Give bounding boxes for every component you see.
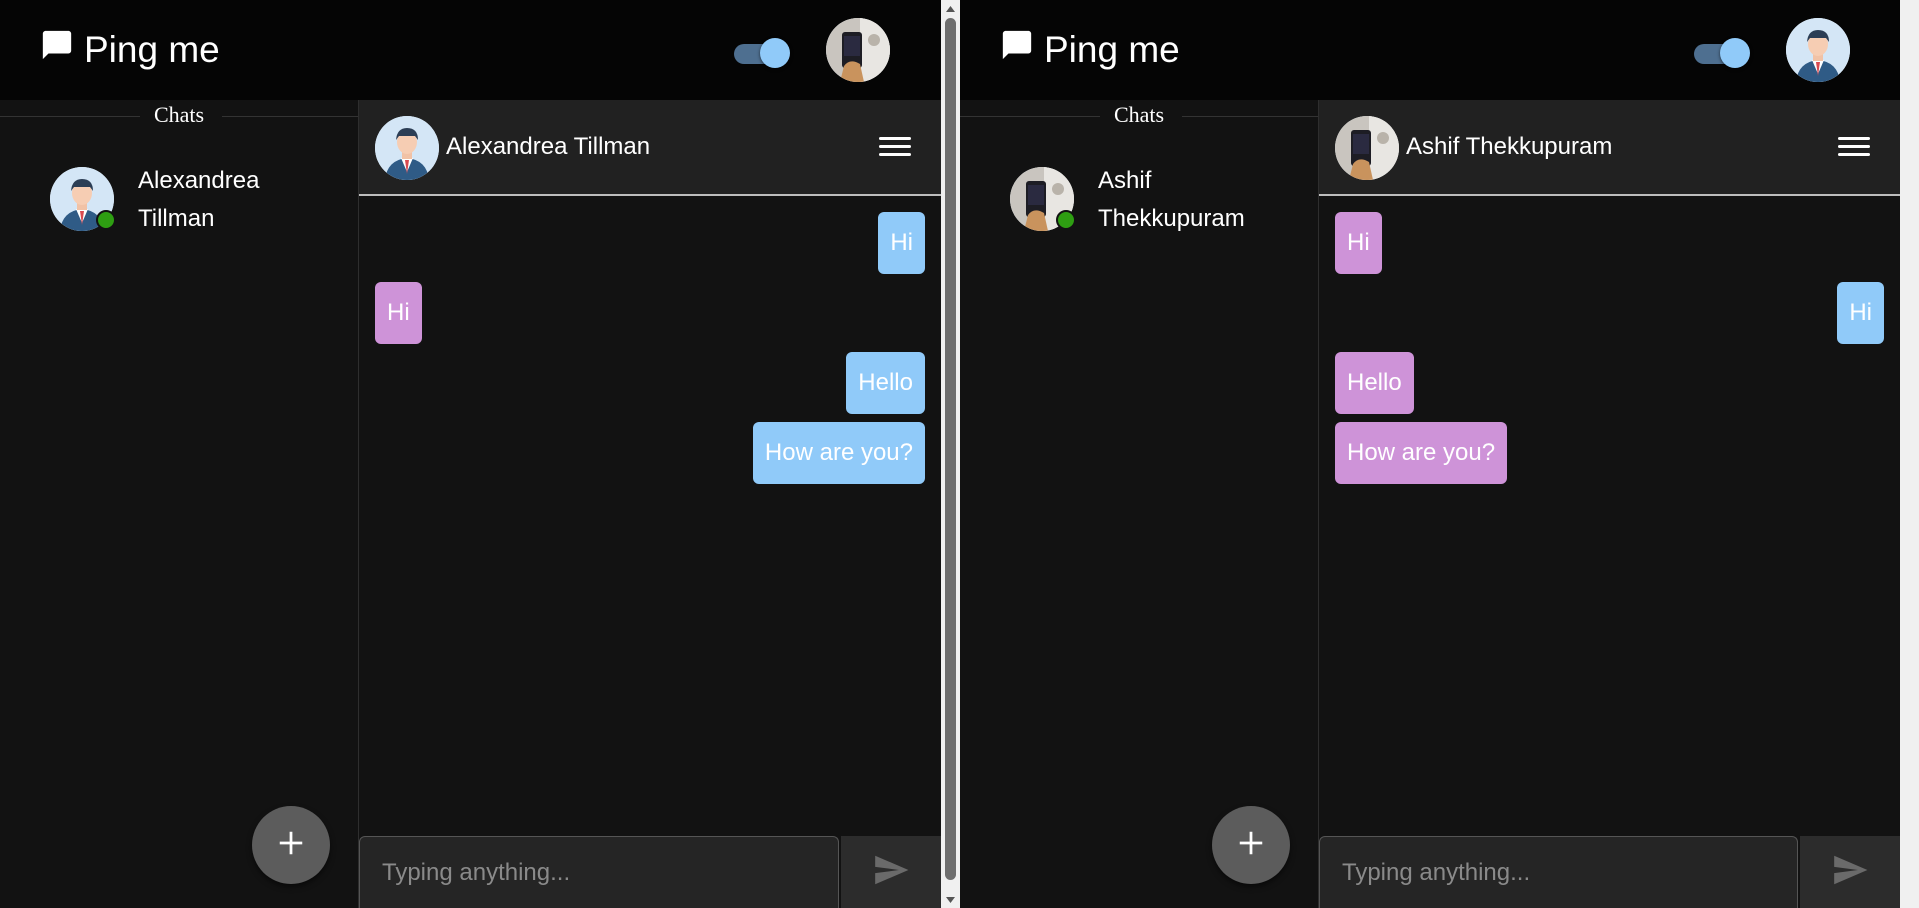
chats-heading: Chats [960,102,1318,130]
menu-icon[interactable] [1838,132,1870,162]
message-composer: Typing anything... [359,836,941,908]
app-bar: Ping me [960,0,1900,100]
conversation-panel: Ashif Thekkupuram Hi Hi Hello How are yo… [1319,100,1900,908]
chat-bubble-icon [1000,28,1034,71]
message-bubble-sent: Hi [878,212,925,274]
chat-list-sidebar: Chats Alexandrea Tillman [0,100,359,908]
conversation-panel: Alexandrea Tillman Hi Hi Hello How are y… [359,100,941,908]
app-title: Ping me [1044,28,1180,70]
chat-bubble-icon [40,28,74,71]
plus-icon [276,828,306,863]
new-chat-button[interactable] [1212,806,1290,884]
chats-heading: Chats [0,102,358,130]
app-bar: Ping me [0,0,941,100]
contact-name: Ashif Thekkupuram [1098,167,1245,232]
message-bubble-sent: Hi [1837,282,1884,344]
app-title: Ping me [84,28,220,70]
contact-name: Alexandrea Tillman [138,167,260,232]
send-icon [1831,851,1869,894]
chat-list-sidebar: Chats Ashif Thekkupuram [960,100,1319,908]
chat-list-item[interactable]: Alexandrea Tillman [0,162,358,244]
brand: Ping me [40,28,220,71]
menu-icon[interactable] [879,132,911,162]
message-bubble-received: How are you? [1335,422,1508,484]
contact-avatar [375,116,439,180]
message-bubble-received: Hi [375,282,422,344]
scrollbar-right[interactable] [1900,0,1919,908]
send-button[interactable] [841,836,941,908]
conversation-header: Ashif Thekkupuram [1319,100,1900,196]
scroll-up-arrow-icon[interactable] [941,0,960,17]
message-bubble-received: Hi [1335,212,1382,274]
brand: Ping me [1000,28,1180,71]
message-composer: Typing anything... [1319,836,1900,908]
app-window-left: Ping me Chats Alexandrea Tillman Alexand… [0,0,941,908]
conversation-title: Ashif Thekkupuram [1406,133,1613,160]
conversation-header: Alexandrea Tillman [359,100,941,196]
chat-list-item[interactable]: Ashif Thekkupuram [960,162,1318,244]
plus-icon [1236,828,1266,863]
scrollbar-left[interactable] [941,0,960,908]
scrollbar-thumb[interactable] [945,18,956,880]
conversation-title: Alexandrea Tillman [446,133,651,160]
message-bubble-sent: How are you? [752,422,925,484]
scroll-down-arrow-icon[interactable] [941,891,960,908]
message-bubble-sent: Hello [846,352,925,414]
contact-avatar [1335,116,1399,180]
message-input[interactable]: Typing anything... [1319,836,1798,908]
app-window-right: Ping me Chats Ashif Thekkupuram Ashif Th… [960,0,1900,908]
send-icon [872,851,910,894]
message-input[interactable]: Typing anything... [359,836,839,908]
send-button[interactable] [1800,836,1900,908]
dark-mode-toggle[interactable] [1690,36,1750,68]
new-chat-button[interactable] [252,806,330,884]
dark-mode-toggle[interactable] [730,36,790,68]
message-bubble-received: Hello [1335,352,1414,414]
online-status-dot [1056,210,1076,230]
online-status-dot [96,210,116,230]
user-avatar[interactable] [1786,18,1850,82]
user-avatar[interactable] [826,18,890,82]
